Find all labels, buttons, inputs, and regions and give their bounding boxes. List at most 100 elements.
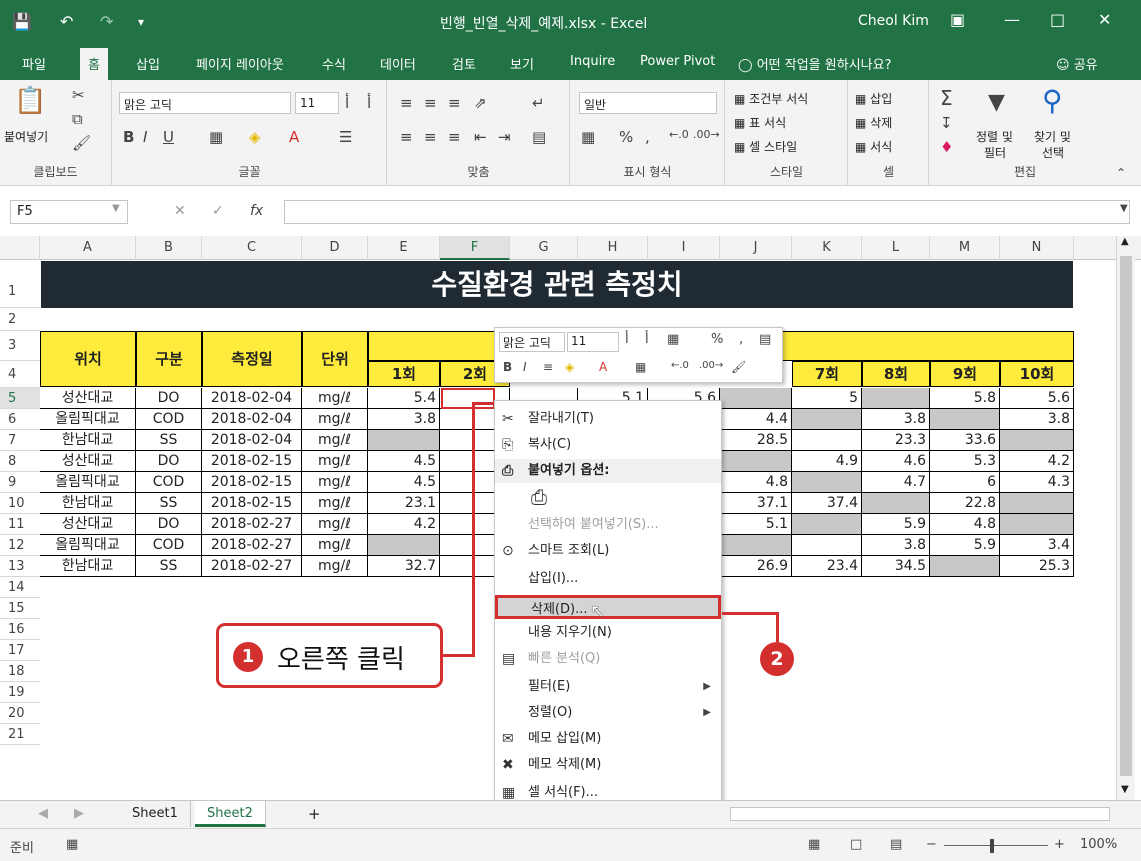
tab-power-pivot[interactable]: Power Pivot: [640, 54, 715, 69]
page-layout-view-icon[interactable]: □: [850, 837, 862, 852]
cell-d10[interactable]: mg/ℓ: [302, 493, 368, 514]
cell-d8[interactable]: mg/ℓ: [302, 451, 368, 472]
align-right-icon[interactable]: ≡: [448, 128, 461, 146]
cell-l9[interactable]: 4.7: [862, 472, 930, 493]
scroll-up-icon[interactable]: ▲: [1121, 236, 1129, 247]
context-menu-item-3[interactable]: ⎙: [495, 485, 721, 513]
prev-sheet-icon[interactable]: ◀: [26, 801, 60, 827]
row-header-6[interactable]: 6: [0, 409, 40, 430]
mini-font-color-icon[interactable]: A: [599, 360, 607, 374]
cell-e11[interactable]: 4.2: [368, 514, 440, 535]
context-menu-item-11[interactable]: 정렬(O) ▶: [495, 701, 721, 725]
cell-n7[interactable]: [1000, 430, 1074, 451]
column-header-j[interactable]: J: [720, 236, 792, 260]
cell-l6[interactable]: 3.8: [862, 409, 930, 430]
cell-c5[interactable]: 2018-02-04: [202, 388, 302, 409]
cell-e8[interactable]: 4.5: [368, 451, 440, 472]
cell-c11[interactable]: 2018-02-27: [202, 514, 302, 535]
close-icon[interactable]: ✕: [1098, 10, 1111, 29]
row-header-10[interactable]: 10: [0, 493, 40, 514]
italic-icon[interactable]: I: [143, 128, 147, 146]
clear-icon[interactable]: ♦: [940, 138, 953, 156]
font-name-select[interactable]: 맑은 고딕: [119, 92, 291, 114]
cell-c12[interactable]: 2018-02-27: [202, 535, 302, 556]
column-header-f[interactable]: F: [440, 236, 510, 260]
align-center-icon[interactable]: ≡: [424, 128, 437, 146]
orientation-icon[interactable]: ⇗: [474, 94, 487, 112]
cell-k7[interactable]: [792, 430, 862, 451]
align-left-icon[interactable]: ≡: [400, 128, 413, 146]
column-header-k[interactable]: K: [792, 236, 862, 260]
context-menu-item-8[interactable]: 내용 지우기(N): [495, 621, 721, 645]
cell-e12[interactable]: [368, 535, 440, 556]
share-button[interactable]: ☺ 공유: [1056, 54, 1098, 73]
context-menu-item-13[interactable]: ✖ 메모 삭제(M): [495, 753, 721, 777]
row-header-7[interactable]: 7: [0, 430, 40, 451]
zoom-in-icon[interactable]: +: [1054, 837, 1065, 852]
cell-j8[interactable]: [720, 451, 792, 472]
cell-k5[interactable]: 5: [792, 388, 862, 409]
column-header-m[interactable]: M: [930, 236, 1000, 260]
cell-j7[interactable]: 28.5: [720, 430, 792, 451]
cell-e9[interactable]: 4.5: [368, 472, 440, 493]
tab-data[interactable]: 데이터: [380, 54, 416, 73]
accounting-icon[interactable]: ▦: [581, 128, 595, 146]
cell-a8[interactable]: 성산대교: [40, 451, 136, 472]
format-as-table-button[interactable]: ▦ 표 서식: [734, 114, 786, 131]
font-color-icon[interactable]: A: [289, 128, 299, 146]
ribbon-display-icon[interactable]: ▣: [950, 10, 965, 29]
shrink-font-icon[interactable]: أ: [367, 94, 371, 112]
column-header-a[interactable]: A: [40, 236, 136, 260]
cell-a13[interactable]: 한남대교: [40, 556, 136, 577]
macro-record-icon[interactable]: ▦: [66, 837, 78, 852]
minimize-icon[interactable]: —: [1004, 10, 1020, 29]
normal-view-icon[interactable]: ▦: [808, 837, 820, 852]
cell-n11[interactable]: [1000, 514, 1074, 535]
cell-e13[interactable]: 32.7: [368, 556, 440, 577]
cell-a9[interactable]: 올림픽대교: [40, 472, 136, 493]
cell-e10[interactable]: 23.1: [368, 493, 440, 514]
context-menu-item-5[interactable]: ⊙ 스마트 조회(L): [495, 539, 721, 563]
scroll-thumb[interactable]: [1120, 256, 1132, 776]
row-header-8[interactable]: 8: [0, 451, 40, 472]
header-round-1[interactable]: 1회: [368, 361, 440, 387]
cell-b7[interactable]: SS: [136, 430, 202, 451]
cell-n13[interactable]: 25.3: [1000, 556, 1074, 577]
row-header-14[interactable]: 14: [0, 577, 40, 598]
cell-c13[interactable]: 2018-02-27: [202, 556, 302, 577]
cell-c10[interactable]: 2018-02-15: [202, 493, 302, 514]
cell-m11[interactable]: 4.8: [930, 514, 1000, 535]
mini-bold-icon[interactable]: B: [503, 360, 512, 374]
mini-accounting-icon[interactable]: ▦: [667, 332, 679, 347]
cell-a5[interactable]: 성산대교: [40, 388, 136, 409]
fill-icon[interactable]: ↧: [940, 114, 953, 132]
zoom-level[interactable]: 100%: [1080, 837, 1117, 852]
context-menu-item-6[interactable]: 삽입(I)...: [495, 567, 721, 591]
row-header-19[interactable]: 19: [0, 682, 40, 703]
align-bottom-icon[interactable]: ≡: [448, 94, 461, 112]
cell-d13[interactable]: mg/ℓ: [302, 556, 368, 577]
column-header-l[interactable]: L: [862, 236, 930, 260]
expand-formula-icon[interactable]: ▼: [1120, 203, 1128, 214]
font-size-select[interactable]: 11: [295, 92, 339, 114]
find-select-button[interactable]: 찾기 및: [1034, 128, 1071, 145]
cell-k13[interactable]: 23.4: [792, 556, 862, 577]
row-header-2[interactable]: 2: [0, 308, 40, 331]
column-header-c[interactable]: C: [202, 236, 302, 260]
cell-j5[interactable]: [720, 388, 792, 409]
tab-page-layout[interactable]: 페이지 레이아웃: [196, 54, 284, 73]
cell-b9[interactable]: COD: [136, 472, 202, 493]
row-header-20[interactable]: 20: [0, 703, 40, 724]
cell-b10[interactable]: SS: [136, 493, 202, 514]
conditional-formatting-button[interactable]: ▦ 조건부 서식: [734, 90, 808, 107]
cell-a11[interactable]: 성산대교: [40, 514, 136, 535]
next-sheet-icon[interactable]: ▶: [62, 801, 96, 827]
cell-k11[interactable]: [792, 514, 862, 535]
select-all-corner[interactable]: [0, 236, 40, 260]
cell-d9[interactable]: mg/ℓ: [302, 472, 368, 493]
zoom-slider[interactable]: [944, 845, 1048, 846]
find-select-icon[interactable]: ⚲: [1042, 84, 1063, 117]
autosum-icon[interactable]: Σ: [940, 86, 953, 110]
sort-filter-button[interactable]: 정렬 및: [976, 128, 1013, 145]
tab-view[interactable]: 보기: [510, 54, 534, 73]
